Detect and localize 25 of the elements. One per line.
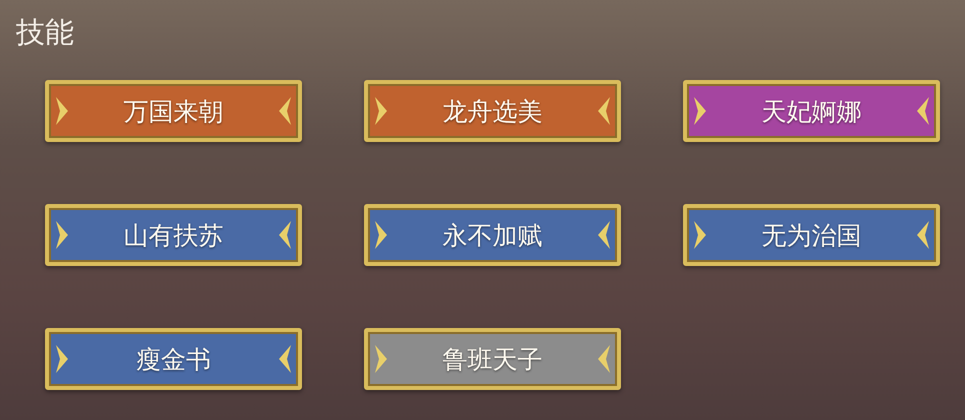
chevron-left-icon: [278, 96, 292, 126]
skill-button[interactable]: 鲁班天子: [364, 328, 621, 390]
chevron-right-icon: [693, 96, 707, 126]
chevron-left-icon: [597, 96, 611, 126]
chevron-right-icon: [374, 220, 388, 250]
skill-button[interactable]: 万国来朝: [45, 80, 302, 142]
chevron-right-icon: [693, 220, 707, 250]
skill-button[interactable]: 永不加赋: [364, 204, 621, 266]
chevron-right-icon: [374, 96, 388, 126]
chevron-left-icon: [916, 220, 930, 250]
skill-button[interactable]: 龙舟选美: [364, 80, 621, 142]
skill-button[interactable]: 无为治国: [683, 204, 940, 266]
chevron-left-icon: [597, 220, 611, 250]
chevron-left-icon: [916, 96, 930, 126]
chevron-left-icon: [278, 344, 292, 374]
section-title: 技能: [16, 14, 75, 51]
chevron-left-icon: [597, 344, 611, 374]
skill-button[interactable]: 瘦金书: [45, 328, 302, 390]
skill-button[interactable]: 山有扶苏: [45, 204, 302, 266]
chevron-right-icon: [55, 220, 69, 250]
chevron-right-icon: [55, 96, 69, 126]
chevron-right-icon: [55, 344, 69, 374]
chevron-left-icon: [278, 220, 292, 250]
skill-button[interactable]: 天妃婀娜: [683, 80, 940, 142]
chevron-right-icon: [374, 344, 388, 374]
